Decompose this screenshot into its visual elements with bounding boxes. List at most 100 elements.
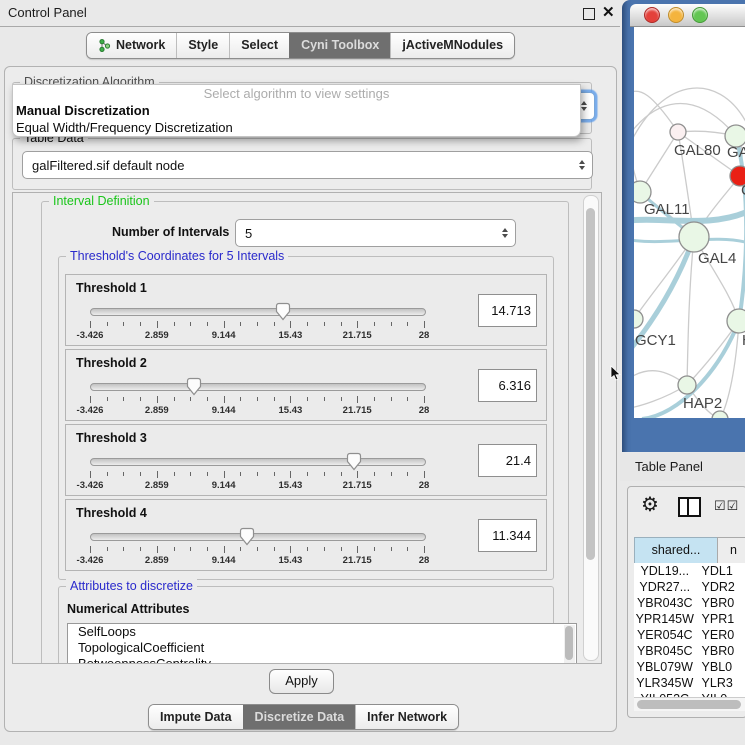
vertical-scrollbar[interactable] <box>583 195 599 661</box>
number-of-intervals-label: Number of Intervals <box>112 225 229 239</box>
attribute-list-item[interactable]: BetweennessCentrality <box>68 656 576 664</box>
close-icon[interactable]: ✕ <box>602 3 615 23</box>
slider-tick <box>290 471 291 478</box>
split-columns-icon[interactable] <box>678 497 701 517</box>
cell-name: YER0 <box>696 627 745 643</box>
network-node-h[interactable] <box>727 309 745 333</box>
column-header-shared-name[interactable]: shared... <box>634 537 718 564</box>
slider-thumb[interactable] <box>346 452 362 471</box>
network-edge[interactable] <box>720 321 739 418</box>
cell-name: YDL1 <box>696 563 745 579</box>
threshold-slider[interactable]: -3.4262.8599.14415.4321.71528 <box>90 527 424 567</box>
threshold-value-input[interactable] <box>478 369 537 402</box>
network-canvas[interactable]: GAL80GACGAL11GAL4GCY1HHAP2 <box>634 27 745 418</box>
table-row[interactable]: YDR27...YDR2 <box>634 579 745 595</box>
tab-jactivemnodules[interactable]: jActiveMNodules <box>390 33 514 58</box>
numerical-attributes-list[interactable]: SelfLoopsTopologicalCoefficientBetweenne… <box>67 623 577 664</box>
attribute-list-item[interactable]: SelfLoops <box>68 624 576 640</box>
slider-thumb[interactable] <box>239 527 255 546</box>
slider-tick-label: 15.43 <box>279 405 303 416</box>
network-node-gcy1[interactable] <box>634 310 643 328</box>
horizontal-scrollbar[interactable] <box>634 697 745 711</box>
slider-track[interactable] <box>90 383 426 391</box>
combo-stepper-icon <box>581 101 594 111</box>
threshold-slider[interactable]: -3.4262.8599.14415.4321.71528 <box>90 377 424 417</box>
network-node-gal11[interactable] <box>634 181 651 203</box>
threshold-label: Threshold 1 <box>76 281 147 295</box>
network-graph[interactable]: GAL80GACGAL11GAL4GCY1HHAP2 <box>634 27 745 418</box>
zoom-traffic-icon[interactable] <box>692 7 708 23</box>
float-window-icon[interactable] <box>583 8 595 20</box>
table-row[interactable]: YBR045CYBR0 <box>634 643 745 659</box>
tab-network[interactable]: Network <box>87 33 176 58</box>
scrollbar-thumb[interactable] <box>565 626 573 660</box>
slider-tick <box>290 546 291 553</box>
tab-discretize-data[interactable]: Discretize Data <box>243 705 356 729</box>
table-row[interactable]: YBR043CYBR0 <box>634 595 745 611</box>
number-of-intervals-combo[interactable]: 5 <box>235 219 516 247</box>
slider-tick <box>224 471 225 478</box>
dropdown-item-equal-width[interactable]: Equal Width/Frequency Discretization <box>13 119 580 136</box>
slider-tick <box>357 546 358 553</box>
scrollbar-thumb[interactable] <box>586 208 595 560</box>
slider-tick <box>224 321 225 328</box>
apply-button[interactable]: Apply <box>269 669 334 694</box>
select-columns-checkboxes-icon[interactable]: ☑☑ <box>714 498 739 514</box>
tab-infer-network[interactable]: Infer Network <box>355 705 458 729</box>
cell-shared-name: YBL079W <box>634 659 696 675</box>
column-header-name[interactable]: n <box>717 537 745 564</box>
network-node-gal4[interactable] <box>679 222 709 252</box>
slider-tick-label: 21.715 <box>343 555 372 566</box>
threshold-value-input[interactable] <box>478 444 537 477</box>
network-window-titlebar[interactable] <box>630 4 745 27</box>
tab-cyni-toolbox[interactable]: Cyni Toolbox <box>289 33 390 58</box>
table-panel: ⚙ ☑☑ shared... n YDL19...YDL1YDR27...YDR… <box>627 486 745 718</box>
threshold-slider[interactable]: -3.4262.8599.14415.4321.71528 <box>90 452 424 492</box>
gear-icon[interactable]: ⚙ <box>641 492 659 517</box>
table-data-combo[interactable]: galFiltered.sif default node <box>22 151 593 179</box>
network-edge[interactable] <box>736 136 745 321</box>
table-row[interactable]: YPR145WYPR1 <box>634 611 745 627</box>
cell-shared-name: YLR345W <box>634 675 696 691</box>
slider-tick <box>391 547 392 551</box>
attribute-list-item[interactable]: TopologicalCoefficient <box>68 640 576 656</box>
dropdown-item-manual-discretization[interactable]: Manual Discretization <box>13 102 580 119</box>
tab-style[interactable]: Style <box>176 33 229 58</box>
table-row[interactable]: YDL19...YDL1 <box>634 563 745 579</box>
cell-name: YBR0 <box>696 595 745 611</box>
list-scrollbar[interactable] <box>564 625 575 664</box>
network-edge[interactable] <box>687 237 694 385</box>
slider-tick-label: 15.43 <box>279 330 303 341</box>
threshold-panel: Threshold 2-3.4262.8599.14415.4321.71528 <box>65 349 547 421</box>
slider-thumb[interactable] <box>186 377 202 396</box>
tab-impute-data-label: Impute Data <box>160 705 232 729</box>
table-row[interactable]: YLR345WYLR3 <box>634 675 745 691</box>
scrollbar-thumb[interactable] <box>637 700 741 709</box>
attributes-section: Attributes to discretize Numerical Attri… <box>58 586 554 664</box>
slider-track[interactable] <box>90 308 426 316</box>
tab-network-label: Network <box>116 33 165 58</box>
network-node-gal80[interactable] <box>670 124 686 140</box>
threshold-value-input[interactable] <box>478 519 537 552</box>
close-traffic-icon[interactable] <box>644 7 660 23</box>
network-node[interactable] <box>712 411 728 418</box>
slider-tick <box>190 397 191 401</box>
table-row[interactable]: YBL079WYBL0 <box>634 659 745 675</box>
slider-tick <box>274 397 275 401</box>
tab-impute-data[interactable]: Impute Data <box>149 705 243 729</box>
slider-tick <box>207 322 208 326</box>
slider-tick <box>391 322 392 326</box>
cell-shared-name: YDL19... <box>634 563 696 579</box>
table-row[interactable]: YER054CYER0 <box>634 627 745 643</box>
network-node-hap2[interactable] <box>678 376 696 394</box>
threshold-slider[interactable]: -3.4262.8599.14415.4321.71528 <box>90 302 424 342</box>
slider-tick <box>307 472 308 476</box>
slider-track[interactable] <box>90 458 426 466</box>
slider-track[interactable] <box>90 533 426 541</box>
tab-select[interactable]: Select <box>229 33 289 58</box>
slider-tick <box>424 546 425 553</box>
minimize-traffic-icon[interactable] <box>668 7 684 23</box>
slider-tick-label: -3.426 <box>77 555 104 566</box>
threshold-value-input[interactable] <box>478 294 537 327</box>
slider-thumb[interactable] <box>275 302 291 321</box>
